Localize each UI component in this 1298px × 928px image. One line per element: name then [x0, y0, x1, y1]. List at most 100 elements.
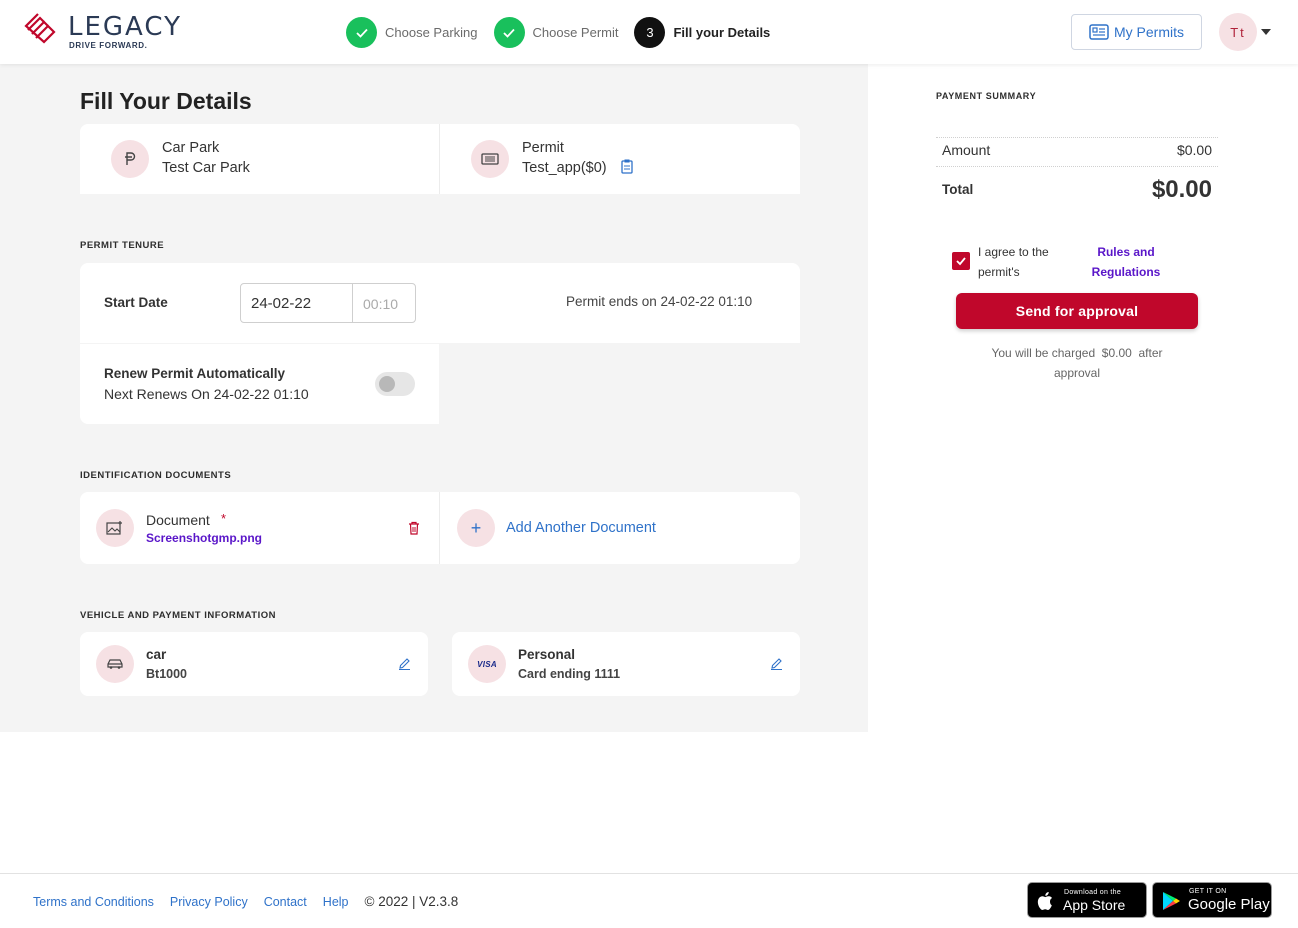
edit-vehicle-icon[interactable]: [398, 657, 411, 675]
page-footer: Terms and Conditions Privacy Policy Cont…: [0, 873, 1298, 928]
step-choose-parking[interactable]: Choose Parking: [346, 17, 478, 48]
rules-and-regulations-link[interactable]: Rules and Regulations: [1091, 242, 1161, 282]
amount-row: Amount $0.00: [936, 142, 1218, 162]
google-play-button[interactable]: GET IT ON Google Play: [1152, 882, 1272, 918]
payment-card: VISA Personal Card ending 1111: [452, 632, 800, 696]
progress-steps: Choose Parking Choose Permit 3 Fill your…: [346, 17, 786, 48]
app-store-small: Download on the: [1064, 889, 1122, 896]
divider: [439, 124, 440, 194]
agree-checkbox[interactable]: [952, 252, 970, 270]
car-park-label: Car Park: [162, 140, 220, 156]
divider: [352, 284, 353, 322]
help-link[interactable]: Help: [323, 895, 349, 909]
parking-icon: [111, 140, 149, 178]
edit-payment-icon[interactable]: [770, 657, 783, 675]
copyright-text: © 2022 | V2.3.8: [364, 894, 459, 909]
required-asterisk: *: [221, 511, 227, 526]
vehicle-payment-title: VEHICLE AND PAYMENT INFORMATION: [80, 610, 277, 621]
image-upload-icon: [96, 509, 134, 547]
step-label: Choose Parking: [385, 25, 478, 40]
renew-label: Renew Permit Automatically: [104, 366, 286, 381]
brand-name: LEGACY: [68, 12, 182, 42]
payment-name: Personal: [518, 647, 576, 662]
brand-logo[interactable]: LEGACY DRIVE FORWARD.: [24, 10, 194, 54]
google-play-big: Google Play: [1188, 896, 1270, 913]
add-another-document-link[interactable]: Add Another Document: [506, 520, 656, 536]
top-header: LEGACY DRIVE FORWARD. Choose Parking Cho…: [0, 0, 1298, 64]
app-store-big: App Store: [1063, 897, 1126, 913]
start-date-card: Start Date Permit ends on 24-02-22 01:10: [80, 263, 800, 343]
selection-card: Car Park Test Car Park Permit Test_app($…: [80, 124, 800, 194]
start-datetime-input: 24-02-22 00:10: [240, 283, 416, 323]
document-label: Document: [146, 512, 210, 528]
app-store-button[interactable]: Download on the App Store: [1027, 882, 1147, 918]
contact-link[interactable]: Contact: [264, 895, 307, 909]
legacy-logo-mark-icon: [24, 13, 56, 44]
charge-note: You will be charged $0.00 after approval: [956, 343, 1198, 383]
google-play-icon: [1163, 892, 1180, 910]
privacy-link[interactable]: Privacy Policy: [170, 895, 248, 909]
rules-line: Rules and: [1097, 245, 1155, 259]
plus-icon[interactable]: +: [457, 509, 495, 547]
agree-line: I agree to the: [978, 245, 1049, 259]
toggle-knob: [379, 376, 395, 392]
divider: [936, 166, 1218, 167]
car-icon: [96, 645, 134, 683]
identification-documents-title: IDENTIFICATION DOCUMENTS: [80, 470, 232, 481]
user-avatar[interactable]: Tt: [1219, 13, 1257, 51]
vehicle-card: car Bt1000: [80, 632, 428, 696]
documents-card: Document * Screenshotgmp.png + Add Anoth…: [80, 492, 800, 564]
auto-renew-toggle[interactable]: [375, 372, 415, 396]
step-fill-details[interactable]: 3 Fill your Details: [634, 17, 770, 48]
start-date-label: Start Date: [104, 295, 168, 310]
renew-next-text: Next Renews On 24-02-22 01:10: [104, 386, 309, 402]
agree-text: I agree to the permit's: [978, 242, 1049, 282]
step-label: Fill your Details: [673, 25, 771, 40]
vehicle-plate: Bt1000: [146, 667, 187, 681]
permit-value: Test_app($0): [522, 160, 607, 176]
agree-line: permit's: [978, 265, 1020, 279]
brand-tagline: DRIVE FORWARD.: [69, 41, 148, 50]
step-number: 3: [634, 17, 666, 48]
visa-icon: VISA: [468, 645, 506, 683]
permit-label: Permit: [522, 140, 564, 156]
payment-summary-title: PAYMENT SUMMARY: [936, 91, 1037, 101]
footer-links: Terms and Conditions Privacy Policy Cont…: [33, 894, 474, 909]
divider: [439, 492, 440, 564]
vehicle-type: car: [146, 647, 167, 662]
check-icon: [493, 17, 525, 48]
car-park-value: Test Car Park: [162, 160, 250, 176]
amount-value: $0.00: [1176, 142, 1212, 158]
check-icon: [346, 17, 377, 48]
google-play-small: GET IT ON: [1189, 888, 1227, 895]
step-label: Choose Permit: [532, 25, 619, 40]
send-for-approval-button[interactable]: Send for approval: [956, 293, 1198, 329]
clipboard-icon[interactable]: [621, 159, 633, 179]
apple-icon: [1037, 892, 1052, 910]
payment-card-ending: Card ending 1111: [518, 667, 621, 681]
permit-card-icon: [471, 140, 509, 178]
my-permits-button[interactable]: My Permits: [1071, 14, 1202, 50]
total-value: $0.00: [1151, 176, 1212, 203]
start-date-input[interactable]: 24-02-22: [251, 295, 311, 312]
divider: [936, 137, 1218, 138]
charge-amount: $0.00: [1101, 346, 1132, 360]
my-permits-label: My Permits: [1114, 24, 1184, 40]
charge-line2: approval: [1053, 366, 1101, 380]
rules-line: Regulations: [1091, 265, 1161, 279]
check-icon: [956, 257, 966, 266]
charge-prefix: You will be charged: [991, 346, 1096, 360]
start-time-input[interactable]: 00:10: [363, 296, 398, 312]
document-file-link[interactable]: Screenshotgmp.png: [146, 531, 262, 545]
charge-suffix: after: [1138, 346, 1163, 360]
terms-link[interactable]: Terms and Conditions: [33, 895, 154, 909]
page-title: Fill Your Details: [80, 88, 252, 114]
step-choose-permit[interactable]: Choose Permit: [493, 17, 619, 48]
permit-list-icon: [1089, 24, 1109, 40]
total-label: Total: [942, 182, 974, 197]
visa-badge: VISA: [477, 659, 497, 669]
total-row: Total $0.00: [936, 176, 1218, 206]
caret-down-icon[interactable]: [1261, 29, 1271, 35]
charge-line: You will be charged $0.00 after: [956, 343, 1198, 363]
trash-icon[interactable]: [408, 521, 420, 540]
